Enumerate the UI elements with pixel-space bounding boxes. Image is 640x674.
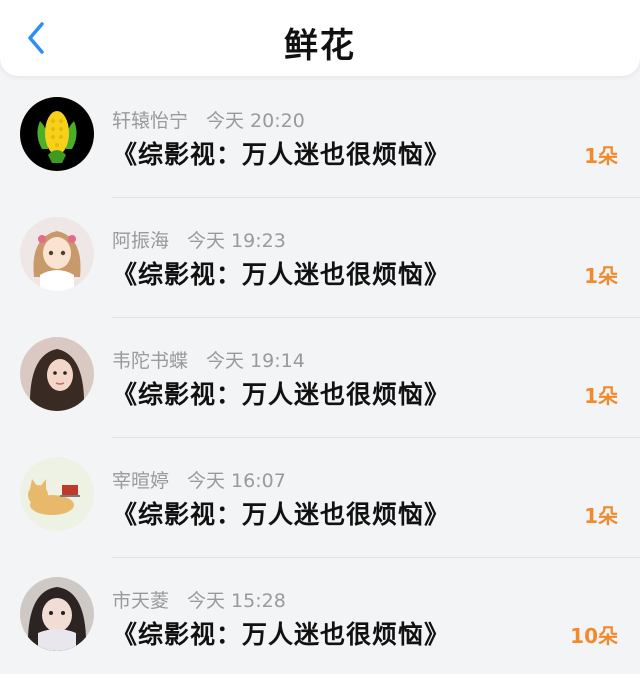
user-name[interactable]: 市天菱 — [112, 590, 169, 612]
woman-photo-avatar-icon — [20, 337, 94, 411]
flower-count: 10朵 — [570, 624, 618, 648]
book-title[interactable]: 《综影视：万人迷也很烦恼》 — [112, 615, 450, 651]
item-meta: 韦陀书蝶 今天 19:14 — [112, 346, 305, 372]
list-item[interactable]: 阿振海 今天 19:23 《综影视：万人迷也很烦恼》 1朵 — [0, 200, 640, 320]
avatar[interactable] — [20, 217, 94, 291]
flower-count: 1朵 — [584, 144, 618, 168]
item-meta: 宰暄婷 今天 16:07 — [112, 466, 286, 492]
divider — [112, 317, 640, 318]
book-title[interactable]: 《综影视：万人迷也很烦恼》 — [112, 495, 450, 531]
anime-girl-avatar-icon — [20, 217, 94, 291]
avatar[interactable] — [20, 577, 94, 651]
cat-drawing-avatar-icon — [20, 457, 94, 531]
list-item[interactable]: 轩辕怡宁 今天 20:20 《综影视：万人迷也很烦恼》 1朵 — [0, 80, 640, 200]
list-item[interactable]: 宰暄婷 今天 16:07 《综影视：万人迷也很烦恼》 1朵 — [0, 440, 640, 560]
flower-count: 1朵 — [584, 264, 618, 288]
divider — [112, 557, 640, 558]
divider — [112, 197, 640, 198]
corn-avatar-icon — [20, 97, 94, 171]
timestamp: 今天 19:23 — [187, 230, 286, 252]
timestamp: 今天 20:20 — [206, 110, 305, 132]
girl-photo-avatar-icon — [20, 577, 94, 651]
list-item[interactable]: 韦陀书蝶 今天 19:14 《综影视：万人迷也很烦恼》 1朵 — [0, 320, 640, 440]
user-name[interactable]: 宰暄婷 — [112, 470, 169, 492]
list-item[interactable]: 市天菱 今天 15:28 《综影视：万人迷也很烦恼》 10朵 — [0, 560, 640, 674]
timestamp: 今天 19:14 — [206, 350, 305, 372]
flower-list: 轩辕怡宁 今天 20:20 《综影视：万人迷也很烦恼》 1朵 阿振海 今天 19:2… — [0, 80, 640, 674]
avatar[interactable] — [20, 337, 94, 411]
timestamp: 今天 16:07 — [187, 470, 286, 492]
user-name[interactable]: 轩辕怡宁 — [112, 110, 188, 132]
top-bar: 鲜花 — [0, 0, 640, 76]
item-meta: 阿振海 今天 19:23 — [112, 226, 286, 252]
book-title[interactable]: 《综影视：万人迷也很烦恼》 — [112, 255, 450, 291]
item-meta: 市天菱 今天 15:28 — [112, 586, 286, 612]
flower-count: 1朵 — [584, 504, 618, 528]
timestamp: 今天 15:28 — [187, 590, 286, 612]
avatar[interactable] — [20, 97, 94, 171]
flower-count: 1朵 — [584, 384, 618, 408]
book-title[interactable]: 《综影视：万人迷也很烦恼》 — [112, 135, 450, 171]
item-meta: 轩辕怡宁 今天 20:20 — [112, 106, 305, 132]
page-title: 鲜花 — [284, 26, 356, 66]
book-title[interactable]: 《综影视：万人迷也很烦恼》 — [112, 375, 450, 411]
user-name[interactable]: 阿振海 — [112, 230, 169, 252]
avatar[interactable] — [20, 457, 94, 531]
divider — [112, 437, 640, 438]
user-name[interactable]: 韦陀书蝶 — [112, 350, 188, 372]
